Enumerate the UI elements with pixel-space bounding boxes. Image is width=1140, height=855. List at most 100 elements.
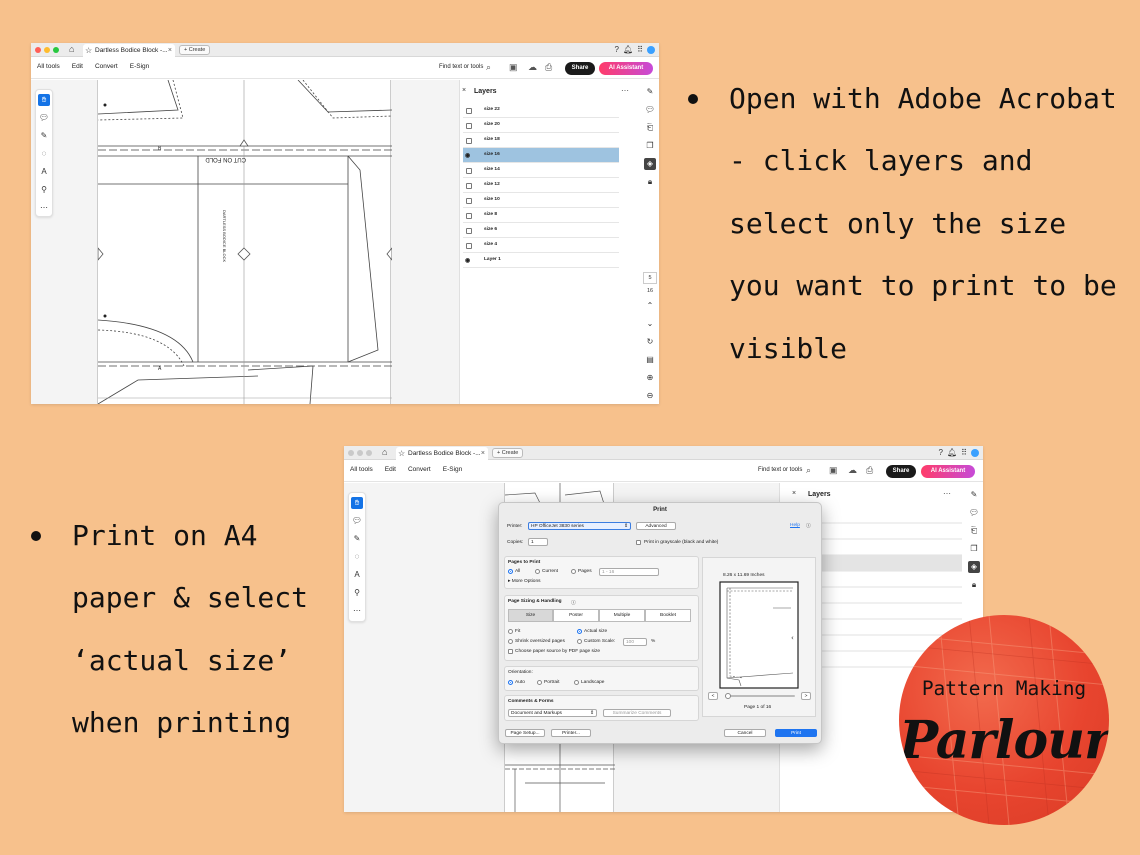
menu-convert[interactable]: Convert bbox=[408, 466, 431, 473]
fit-radio[interactable] bbox=[508, 629, 513, 634]
menu-edit[interactable]: Edit bbox=[72, 63, 83, 70]
visibility-checkbox[interactable] bbox=[466, 198, 472, 204]
size-tab[interactable]: Size bbox=[508, 609, 553, 622]
pages-current-radio[interactable] bbox=[535, 569, 540, 574]
multiple-tab[interactable]: Multiple bbox=[599, 609, 645, 622]
layer-row[interactable]: size 12 bbox=[463, 178, 619, 193]
menu-edit[interactable]: Edit bbox=[385, 466, 396, 473]
pen-tool-icon[interactable]: ✎ bbox=[351, 533, 363, 545]
preview-next-button[interactable]: > bbox=[801, 692, 811, 700]
apps-grid-icon[interactable]: ⠿ bbox=[961, 448, 967, 457]
lasso-tool-icon[interactable]: ◌ bbox=[38, 148, 50, 160]
stamp-tool-icon[interactable]: ⚲ bbox=[351, 587, 363, 599]
home-icon[interactable]: ⌂ bbox=[69, 44, 74, 54]
preview-slider-thumb[interactable] bbox=[725, 693, 731, 699]
booklet-tab[interactable]: Booklet bbox=[645, 609, 691, 622]
preview-page-slider[interactable] bbox=[725, 693, 795, 699]
layers-icon[interactable]: ◈ bbox=[644, 158, 656, 170]
summarize-comments-button[interactable]: Summarize Comments bbox=[603, 709, 671, 717]
menu-all-tools[interactable]: All tools bbox=[37, 63, 60, 70]
create-button[interactable]: + Create bbox=[492, 448, 524, 458]
text-tool-icon[interactable]: A bbox=[38, 166, 50, 178]
bookmark-icon[interactable]: ⎗ bbox=[644, 122, 656, 134]
apps-grid-icon[interactable]: ⠿ bbox=[637, 45, 643, 54]
search-icon[interactable]: ⌕ bbox=[486, 62, 491, 73]
info-icon[interactable]: ⓘ bbox=[806, 522, 811, 529]
layer-row[interactable]: size 18 bbox=[463, 133, 619, 148]
orient-auto-radio[interactable] bbox=[508, 680, 513, 685]
bell-icon[interactable]: 🔔︎ bbox=[947, 448, 957, 457]
comments-icon[interactable]: 💬︎ bbox=[968, 507, 980, 519]
lock-icon[interactable]: 🔒︎ bbox=[644, 176, 656, 188]
more-tools-icon[interactable]: ⋯ bbox=[351, 605, 363, 617]
text-tool-icon[interactable]: A bbox=[351, 569, 363, 581]
menu-all-tools[interactable]: All tools bbox=[350, 466, 373, 473]
orient-landscape-radio[interactable] bbox=[574, 680, 579, 685]
zoom-in-icon[interactable]: ⊕ bbox=[644, 372, 656, 384]
help-icon[interactable]: ? bbox=[615, 45, 619, 54]
hand-tool-icon[interactable]: ✋︎ bbox=[351, 497, 363, 509]
menu-convert[interactable]: Convert bbox=[95, 63, 118, 70]
comments-select[interactable]: Document and Markups ⇕ bbox=[508, 709, 597, 717]
close-layers-icon[interactable]: × bbox=[462, 87, 466, 94]
profile-avatar[interactable] bbox=[971, 448, 979, 457]
layers-more-icon[interactable]: ⋯ bbox=[621, 86, 629, 95]
visibility-checkbox[interactable] bbox=[466, 183, 472, 189]
page-setup-button[interactable]: Page Setup... bbox=[505, 729, 545, 737]
eye-icon[interactable]: ◉ bbox=[465, 152, 470, 159]
visibility-checkbox[interactable] bbox=[466, 228, 472, 234]
star-icon[interactable]: ☆ bbox=[85, 44, 92, 57]
orient-portrait-radio[interactable] bbox=[537, 680, 542, 685]
pages-icon[interactable]: ❐ bbox=[968, 543, 980, 555]
close-window-button[interactable] bbox=[35, 47, 41, 53]
cancel-button[interactable]: Cancel bbox=[724, 729, 766, 737]
pages-all-radio[interactable] bbox=[508, 569, 513, 574]
layer-row[interactable]: size 20 bbox=[463, 118, 619, 133]
visibility-checkbox[interactable] bbox=[466, 108, 472, 114]
menu-esign[interactable]: E-Sign bbox=[130, 63, 150, 70]
visibility-checkbox[interactable] bbox=[466, 213, 472, 219]
bookmark-icon[interactable]: ⎗ bbox=[968, 525, 980, 537]
close-window-button[interactable] bbox=[348, 450, 354, 456]
print-button[interactable]: Print bbox=[775, 729, 817, 737]
hand-tool-icon[interactable]: ✋︎ bbox=[38, 94, 50, 106]
advanced-button[interactable]: Advanced bbox=[636, 522, 676, 530]
pen-tool-icon[interactable]: ✎ bbox=[38, 130, 50, 142]
pages-range-input[interactable]: 1 - 16 bbox=[599, 568, 659, 576]
maximize-window-button[interactable] bbox=[366, 450, 372, 456]
maximize-window-button[interactable] bbox=[53, 47, 59, 53]
comments-icon[interactable]: 💬︎ bbox=[644, 104, 656, 116]
layer-row[interactable]: size 6 bbox=[463, 223, 619, 238]
rotate-icon[interactable]: ↻ bbox=[644, 336, 656, 348]
custom-scale-input[interactable]: 100 bbox=[623, 638, 647, 646]
layer-row[interactable]: size 8 bbox=[463, 208, 619, 223]
eye-icon[interactable]: ◉ bbox=[465, 257, 470, 264]
ai-assistant-button[interactable]: AI Assistant bbox=[599, 62, 653, 75]
page-down-icon[interactable]: ⌄ bbox=[644, 318, 656, 330]
star-icon[interactable]: ☆ bbox=[398, 447, 405, 460]
lock-icon[interactable]: 🔒︎ bbox=[968, 579, 980, 591]
document-tab[interactable]: ☆ Dartless Bodice Block -... × bbox=[396, 447, 488, 460]
search-icon[interactable]: ⌕ bbox=[806, 465, 811, 476]
print-icon[interactable]: ⎙ bbox=[545, 62, 552, 73]
share-button[interactable]: Share bbox=[565, 62, 595, 75]
profile-avatar[interactable] bbox=[647, 45, 655, 54]
document-canvas[interactable]: CUT ON FOLD B A DARTLESS BODICE BLOCK bbox=[31, 79, 459, 404]
shrink-radio[interactable] bbox=[508, 639, 513, 644]
layer-row[interactable]: ◉ Layer 1 bbox=[463, 253, 619, 268]
find-text-tools[interactable]: Find text or tools bbox=[758, 467, 802, 473]
layer-row[interactable]: size 4 bbox=[463, 238, 619, 253]
preview-prev-button[interactable]: < bbox=[708, 692, 718, 700]
layer-row[interactable]: size 14 bbox=[463, 163, 619, 178]
visibility-checkbox[interactable] bbox=[466, 123, 472, 129]
close-tab-icon[interactable]: × bbox=[481, 447, 485, 460]
copies-input[interactable]: 1 bbox=[528, 538, 548, 546]
printer-select[interactable]: HP OfficeJet 3830 series ⇕ bbox=[528, 522, 631, 530]
printer-button[interactable]: Printer... bbox=[551, 729, 591, 737]
save-icon[interactable]: ▣ bbox=[829, 465, 838, 476]
custom-scale-radio[interactable] bbox=[577, 639, 582, 644]
visibility-checkbox[interactable] bbox=[466, 138, 472, 144]
layer-row[interactable]: size 10 bbox=[463, 193, 619, 208]
comment-tool-icon[interactable]: 💬︎ bbox=[38, 112, 50, 124]
pages-range-radio[interactable] bbox=[571, 569, 576, 574]
